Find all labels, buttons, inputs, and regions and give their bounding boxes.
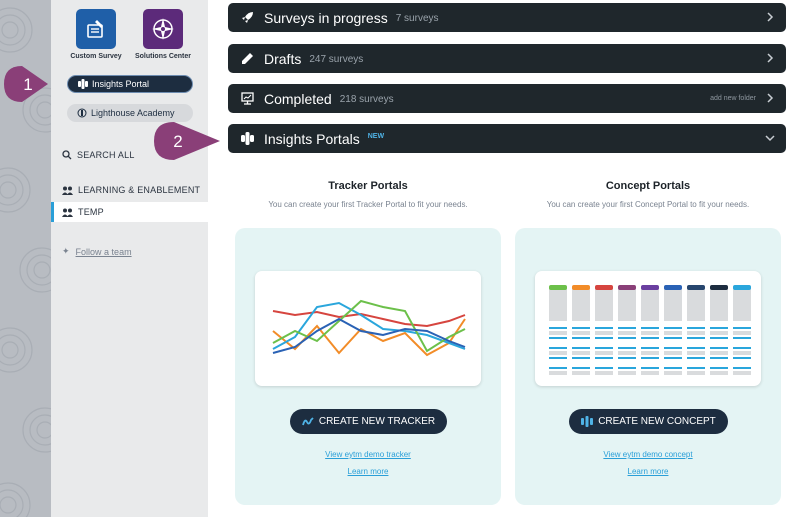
create-new-concept-button[interactable]: CREATE NEW CONCEPT [569, 409, 728, 434]
lighthouse-academy-button[interactable]: Lighthouse Academy [67, 104, 193, 122]
rocket-icon [240, 11, 254, 25]
create-new-concept-label: CREATE NEW CONCEPT [598, 416, 716, 427]
team-temp[interactable]: TEMP [51, 202, 208, 222]
row-title: Insights Portals [264, 130, 360, 147]
view-demo-concept-link[interactable]: View eytm demo concept [515, 450, 781, 459]
chevron-right-icon [767, 12, 774, 22]
tracker-portals-header: Tracker Portals You can create your firs… [235, 180, 501, 209]
callout-number: 2 [173, 132, 182, 151]
plus-icon: ✦ [62, 246, 70, 256]
custom-survey-label: Custom Survey [70, 53, 122, 60]
row-completed[interactable]: Completed 218 surveys add new folder [228, 84, 786, 113]
concept-portal-icon [581, 416, 594, 427]
tracker-portals-title: Tracker Portals [328, 180, 408, 192]
row-drafts[interactable]: Drafts 247 surveys [228, 44, 786, 73]
search-all-button[interactable]: SEARCH ALL [62, 150, 135, 160]
callout-number: 1 [23, 75, 32, 94]
pencil-icon [240, 52, 254, 66]
row-title: Drafts [264, 50, 302, 67]
concept-learn-more-link[interactable]: Learn more [515, 467, 781, 476]
new-badge: NEW [367, 133, 385, 140]
team-label: LEARNING & ENABLEMENT [78, 185, 201, 195]
custom-survey-tile[interactable] [76, 9, 116, 49]
tracker-portals-subtitle: You can create your first Tracker Portal… [268, 200, 468, 209]
chevron-right-icon [767, 53, 774, 63]
chevron-right-icon [767, 93, 774, 103]
follow-team-link[interactable]: ✦ Follow a team [62, 246, 132, 257]
team-icon [62, 186, 73, 195]
concept-card: CREATE NEW CONCEPT View eytm demo concep… [515, 228, 781, 505]
concept-portals-subtitle: You can create your first Concept Portal… [546, 200, 750, 209]
team-learning-enablement[interactable]: LEARNING & ENABLEMENT [51, 180, 208, 200]
tracker-preview-image [255, 271, 481, 386]
search-all-label: SEARCH ALL [77, 150, 135, 160]
row-title: Surveys in progress [264, 9, 388, 26]
solutions-center-label: Solutions Center [134, 53, 191, 60]
team-icon [62, 208, 73, 217]
follow-team-label: Follow a team [75, 246, 132, 257]
callout-2: 2 [154, 122, 224, 165]
lighthouse-icon [77, 108, 87, 118]
row-surveys-in-progress[interactable]: Surveys in progress 7 surveys [228, 3, 786, 32]
team-label: TEMP [78, 207, 104, 217]
insights-portal-button[interactable]: Insights Portal [67, 75, 193, 93]
row-title: Completed [264, 90, 332, 107]
callout-1: 1 [4, 66, 68, 107]
concept-portals-title: Concept Portals [605, 180, 691, 192]
tracker-learn-more-link[interactable]: Learn more [235, 467, 501, 476]
row-count: 218 surveys [339, 94, 394, 105]
tracker-chart-icon [301, 416, 314, 425]
create-new-tracker-label: CREATE NEW TRACKER [318, 416, 436, 427]
pencil-document-icon [87, 20, 103, 38]
concept-portals-header: Concept Portals You can create your firs… [515, 180, 781, 209]
chevron-down-icon [765, 135, 775, 142]
add-new-folder-link[interactable]: add new folder [710, 95, 756, 102]
create-new-tracker-button[interactable]: CREATE NEW TRACKER [290, 409, 447, 434]
sidebar: Custom Survey Solutions Center Insights … [51, 0, 208, 517]
row-insights-portals[interactable]: Insights Portals NEW [228, 124, 786, 153]
compass-star-icon [152, 18, 174, 40]
insights-portal-label: Insights Portal [92, 79, 150, 89]
search-icon [62, 150, 72, 160]
insights-portal-icon [78, 79, 88, 89]
monitor-chart-icon [240, 92, 254, 106]
solutions-center-tile[interactable] [143, 9, 183, 49]
row-count: 247 surveys [309, 54, 364, 65]
view-demo-tracker-link[interactable]: View eytm demo tracker [235, 450, 501, 459]
row-count: 7 surveys [395, 13, 439, 24]
tracker-card: CREATE NEW TRACKER View eytm demo tracke… [235, 228, 501, 505]
lighthouse-academy-label: Lighthouse Academy [91, 108, 175, 118]
concept-preview-image [535, 271, 761, 386]
insights-portal-icon [240, 132, 254, 146]
